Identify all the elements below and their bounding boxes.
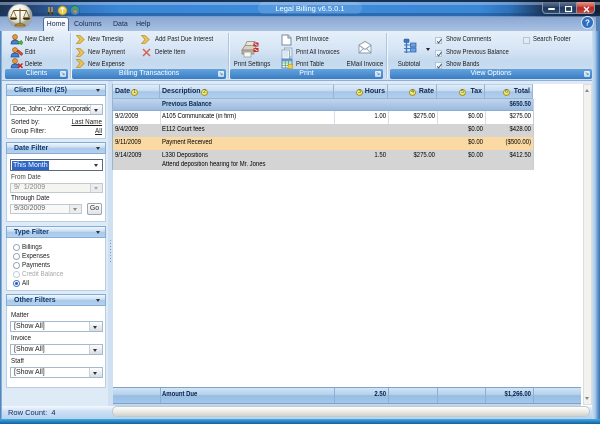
svg-text:?: ? <box>585 19 590 28</box>
